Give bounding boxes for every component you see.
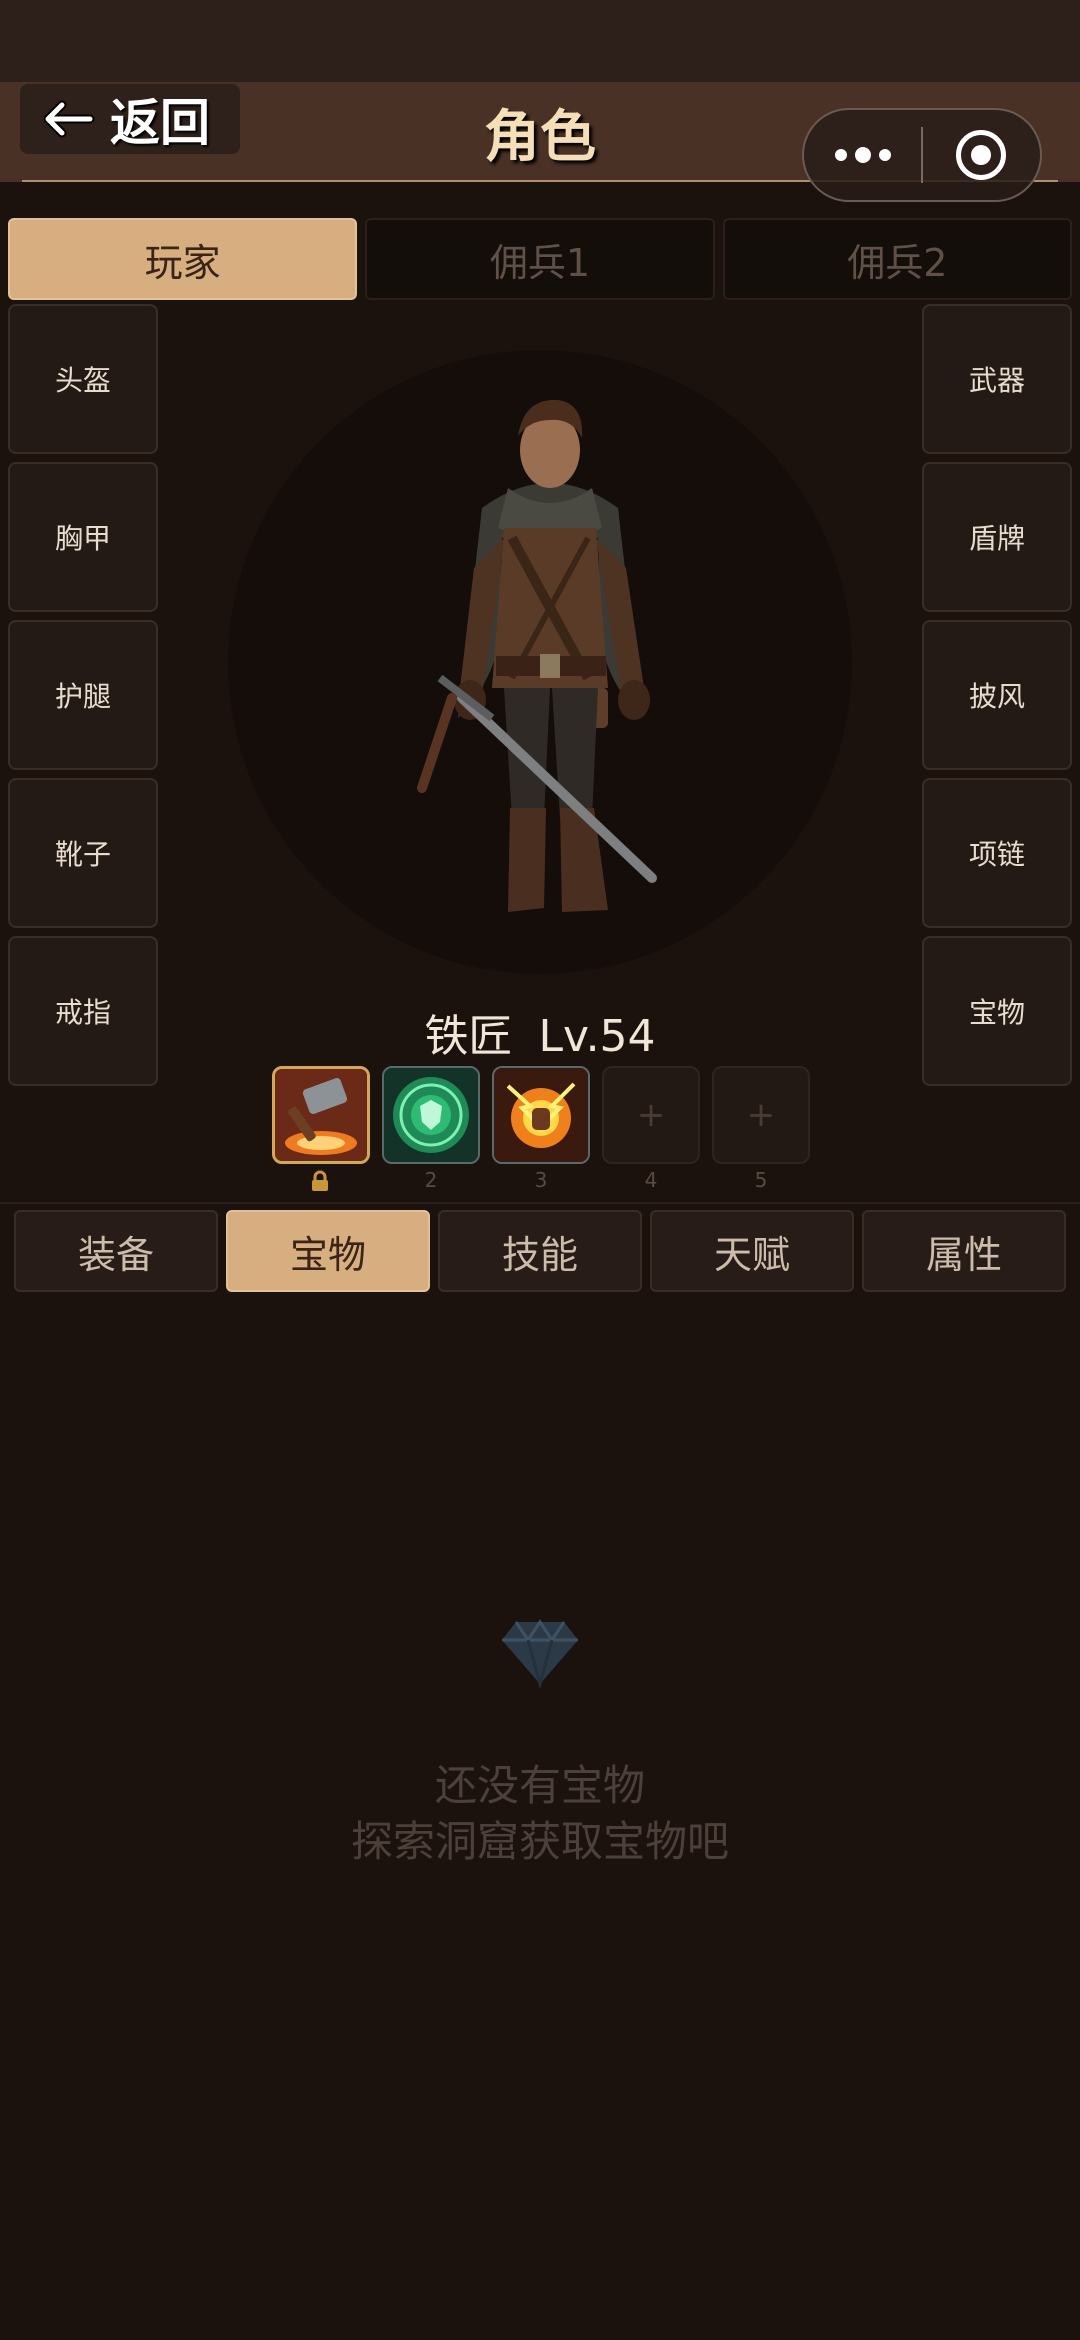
tab-equipment[interactable]: 装备 (14, 1210, 218, 1292)
green-shield-rune-icon (384, 1068, 478, 1162)
slot-weapon[interactable]: 武器 (922, 304, 1072, 454)
empty-state-hint: 探索洞窟获取宝物吧 (350, 1817, 729, 1866)
tab-attributes[interactable]: 属性 (862, 1210, 1066, 1292)
skill-slot-2[interactable] (382, 1066, 480, 1164)
plus-icon: + (746, 1095, 776, 1135)
status-bar-area (0, 0, 1080, 82)
tab-mercenary-1[interactable]: 佣兵1 (365, 218, 715, 300)
tab-treasure[interactable]: 宝物 (226, 1210, 430, 1292)
detail-tabs: 装备 宝物 技能 天赋 属性 (14, 1210, 1066, 1292)
slot-shield[interactable]: 盾牌 (922, 462, 1072, 612)
skill-number-2: 2 (424, 1168, 438, 1192)
hero-name-level: 铁匠 Lv.54 (0, 1000, 1080, 1064)
skill-slot-1[interactable] (272, 1066, 370, 1164)
empty-state-title: 还没有宝物 (434, 1761, 645, 1810)
slot-helmet[interactable]: 头盔 (8, 304, 158, 454)
target-circle-icon[interactable] (923, 110, 1040, 200)
skill-slot-3[interactable] (492, 1066, 590, 1164)
tab-talent[interactable]: 天赋 (650, 1210, 854, 1292)
lightning-fist-icon (494, 1068, 588, 1162)
hero-class-name: 铁匠 (424, 1011, 513, 1062)
tab-mercenary-2[interactable]: 佣兵2 (722, 218, 1072, 300)
skill-number-3: 3 (534, 1168, 548, 1192)
character-tabs: 玩家 佣兵1 佣兵2 (8, 218, 1072, 300)
section-divider (0, 1202, 1080, 1204)
slot-chest[interactable]: 胸甲 (8, 462, 158, 612)
lock-icon (312, 1170, 328, 1191)
hammer-fire-skill-icon (275, 1069, 367, 1161)
skill-slot-5[interactable]: + (712, 1066, 810, 1164)
tab-skills[interactable]: 技能 (438, 1210, 642, 1292)
slot-legs[interactable]: 护腿 (8, 620, 158, 770)
tab-player[interactable]: 玩家 (8, 218, 358, 300)
skill-slot-4[interactable]: + (602, 1066, 700, 1164)
skill-number-4: 4 (644, 1168, 658, 1192)
diamond-icon (502, 1619, 578, 1688)
slot-cloak[interactable]: 披风 (922, 620, 1072, 770)
character-page: 返回 角色 玩家 佣兵1 佣兵2 头盔 胸甲 护腿 靴子 戒指 武器 盾牌 披风… (0, 0, 1080, 2340)
hero-figure (417, 399, 657, 912)
slot-boots[interactable]: 靴子 (8, 778, 158, 928)
hero-level: Lv.54 (538, 1011, 656, 1062)
mini-program-capsule (802, 108, 1042, 202)
more-dots-icon[interactable] (804, 110, 921, 200)
plus-icon: + (636, 1095, 666, 1135)
slot-necklace[interactable]: 项链 (922, 778, 1072, 928)
skill-number-5: 5 (754, 1168, 768, 1192)
